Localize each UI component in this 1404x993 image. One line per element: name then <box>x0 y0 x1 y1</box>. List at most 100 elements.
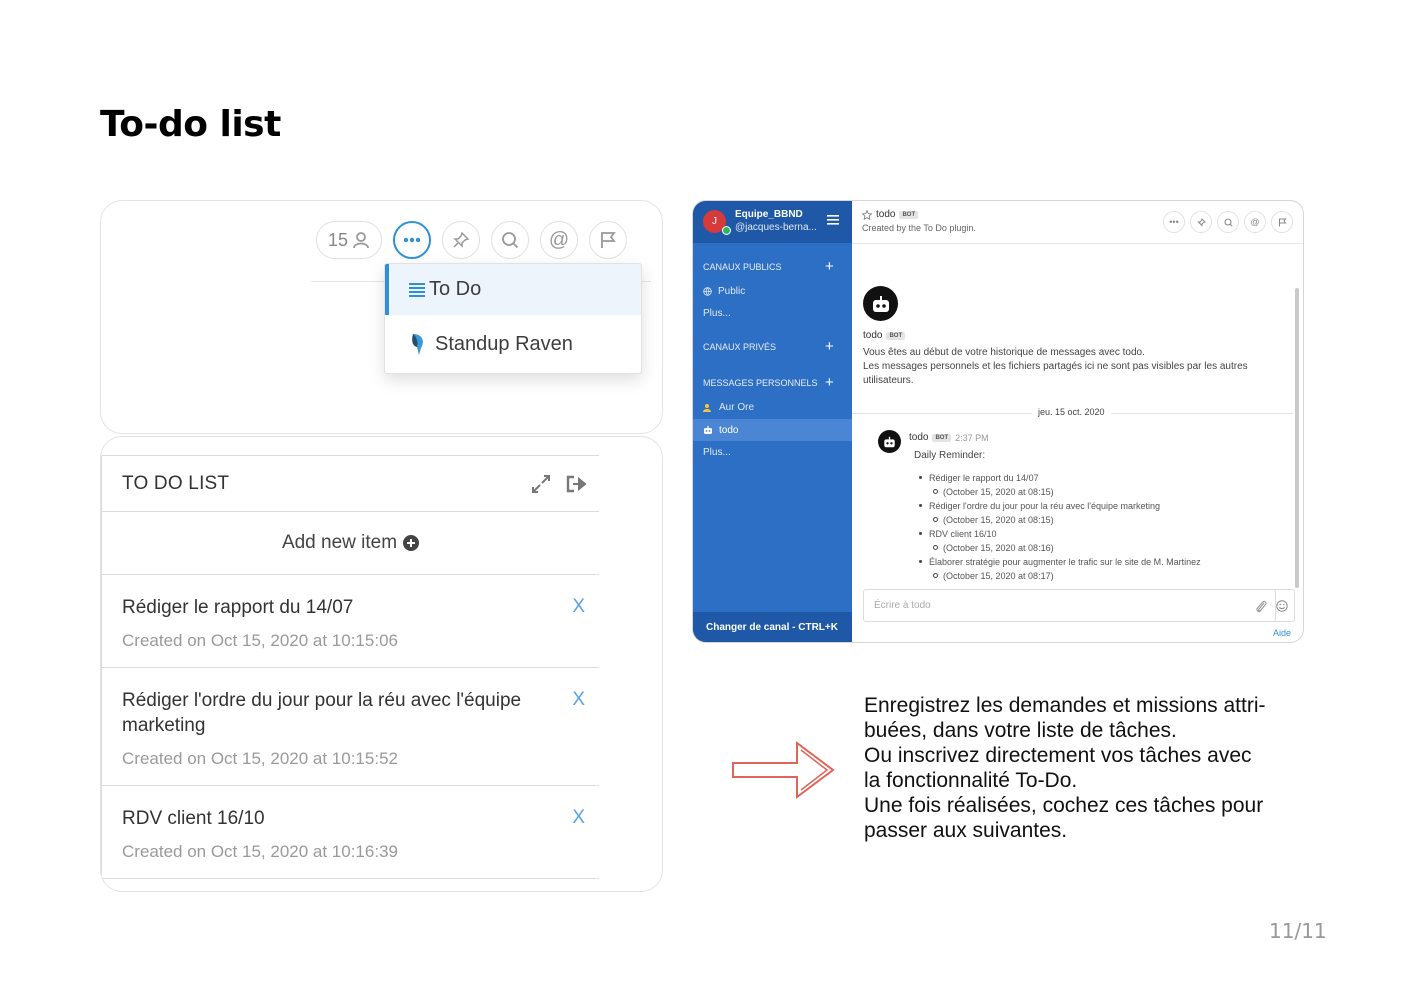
reminder-task: Rédiger l'ordre du jour pour la réu avec… <box>914 499 1303 513</box>
member-count: 15 <box>327 229 349 250</box>
todo-item-title: Rédiger l'ordre du jour pour la réu avec… <box>122 690 522 736</box>
sidebar-item-public[interactable]: Public <box>703 286 745 297</box>
team-name: Equipe_BBND <box>735 209 803 220</box>
emoji-button[interactable] <box>1269 589 1295 622</box>
flag-icon <box>601 232 616 248</box>
todo-item-created: Created on Oct 15, 2020 at 10:15:06 <box>122 631 398 650</box>
intro-bot-name: todo <box>863 330 883 341</box>
direct-messages-header: MESSAGES PERSONNELS <box>703 378 818 388</box>
post-author[interactable]: todo <box>909 432 928 443</box>
reminder-time: (October 15, 2020 at 08:15) <box>914 513 1303 527</box>
pin-icon <box>453 231 470 248</box>
add-new-item-button[interactable]: Add new item <box>102 512 599 575</box>
reminder-list: Rédiger le rapport du 14/07 (October 15,… <box>914 471 1303 583</box>
todo-item-created: Created on Oct 15, 2020 at 10:15:52 <box>122 749 398 768</box>
search-button[interactable] <box>491 221 529 259</box>
bot-icon <box>884 436 895 447</box>
message-input[interactable]: Écrire à todo <box>863 589 1276 622</box>
channel-name: todo <box>876 209 896 220</box>
remove-item-button[interactable]: X <box>572 596 585 618</box>
reminder-time: (October 15, 2020 at 08:15) <box>914 485 1303 499</box>
bot-badge: BOT <box>886 331 906 340</box>
bot-icon <box>872 295 889 312</box>
dropdown-item-label: To Do <box>429 278 482 300</box>
description-line: buées, dans votre liste de tâches. <box>864 719 1177 742</box>
switch-channel-button[interactable]: Changer de canal - CTRL+K <box>693 612 852 642</box>
todo-item: Rédiger l'ordre du jour pour la réu avec… <box>102 668 599 786</box>
reminder-time: (October 15, 2020 at 08:17) <box>914 569 1303 583</box>
date-separator: jeu. 15 oct. 2020 <box>852 407 1293 419</box>
add-public-channel-icon[interactable]: + <box>825 258 834 275</box>
bot-badge: BOT <box>932 433 952 442</box>
description-line: passer aux suivantes. <box>864 819 1068 842</box>
sidebar-item-todo[interactable]: todo <box>693 419 852 441</box>
intro-text: Vous êtes au début de votre historique d… <box>863 347 1145 358</box>
more-actions-button[interactable] <box>393 221 431 259</box>
description-line: Ou inscrivez directement vos tâches avec <box>864 744 1252 767</box>
member-count-button[interactable]: 15 <box>316 221 382 259</box>
post-time[interactable]: 2:37 PM <box>955 433 989 443</box>
pinned-button[interactable] <box>442 221 480 259</box>
mention-icon[interactable]: @ <box>1244 211 1266 233</box>
todo-item-title: RDV client 16/10 <box>122 808 265 829</box>
todo-item-created: Created on Oct 15, 2020 at 10:16:39 <box>122 842 398 861</box>
arrow-right-icon <box>732 741 835 799</box>
attachment-icon[interactable] <box>1255 599 1267 613</box>
dropdown-item-label: Standup Raven <box>435 332 573 355</box>
hamburger-menu-icon[interactable] <box>827 215 839 225</box>
reminder-task: RDV client 16/10 <box>914 527 1303 541</box>
todo-item: Rédiger le rapport du 14/07 Created on O… <box>102 575 599 668</box>
sidebar-item-aur-ore[interactable]: Aur Ore <box>703 402 754 413</box>
add-new-item-label: Add new item <box>281 532 398 553</box>
list-icon <box>409 282 425 297</box>
message-area: todo BOT Vous êtes au début de votre his… <box>852 244 1303 642</box>
more-icon <box>403 237 421 243</box>
todo-list-header: TO DO LIST <box>102 456 599 512</box>
description-text: Enregistrez les demandes et missions att… <box>864 693 1294 843</box>
sidebar-item-label: Aur Ore <box>719 402 755 413</box>
post-avatar <box>878 430 901 453</box>
flag-icon[interactable] <box>1271 211 1293 233</box>
emoji-icon <box>1275 599 1288 612</box>
more-icon[interactable]: ••• <box>1163 211 1185 233</box>
todo-panel: TO DO LIST Add new item Rédiger le rappo… <box>100 436 663 892</box>
sidebar: J Equipe_BBND @jacques-berna... CANAUX P… <box>693 201 852 642</box>
username: @jacques-berna... <box>735 222 817 233</box>
channel-header: todo BOT Created by the To Do plugin. ••… <box>852 201 1303 244</box>
remove-item-button[interactable]: X <box>572 689 585 711</box>
channel-purpose: Created by the To Do plugin. <box>862 223 976 233</box>
sidebar-more-dm[interactable]: Plus... <box>703 447 731 458</box>
expand-icon[interactable] <box>531 474 551 494</box>
mattermost-window: J Equipe_BBND @jacques-berna... CANAUX P… <box>692 200 1304 643</box>
add-direct-message-icon[interactable]: + <box>825 374 834 391</box>
todo-item: RDV client 16/10 Created on Oct 15, 2020… <box>102 786 599 879</box>
sidebar-item-label: Public <box>718 286 746 297</box>
remove-item-button[interactable]: X <box>572 807 585 829</box>
public-channels-header: CANAUX PUBLICS <box>703 262 782 272</box>
reminder-task: Élaborer stratégie pour augmenter le tra… <box>914 555 1303 569</box>
mention-icon: @ <box>548 228 570 251</box>
description-line: Enregistrez les demandes et missions att… <box>864 694 1266 717</box>
pin-icon[interactable] <box>1190 211 1212 233</box>
mentions-button[interactable]: @ <box>540 221 578 259</box>
help-link[interactable]: Aide <box>1273 628 1291 638</box>
date-separator-label: jeu. 15 oct. 2020 <box>1032 407 1111 417</box>
globe-icon <box>703 287 712 296</box>
search-icon[interactable] <box>1217 211 1239 233</box>
intro-text: Les messages personnels et les fichiers … <box>863 361 1248 386</box>
flagged-button[interactable] <box>589 221 627 259</box>
post-text: Daily Reminder: <box>914 450 986 461</box>
plugin-dropdown: To Do Standup Raven <box>384 263 642 374</box>
plus-circle-icon <box>403 535 420 551</box>
todo-item-title: Rédiger le rapport du 14/07 <box>122 597 354 618</box>
close-panel-icon[interactable] <box>565 474 587 494</box>
add-private-channel-icon[interactable]: + <box>825 338 834 355</box>
star-icon[interactable] <box>862 209 872 220</box>
dropdown-item-standup-raven[interactable]: Standup Raven <box>385 315 641 373</box>
sidebar-more-public[interactable]: Plus... <box>703 308 731 319</box>
description-line: la fonctionnalité To-Do. <box>864 769 1078 792</box>
team-header[interactable]: J Equipe_BBND @jacques-berna... <box>693 201 852 243</box>
bot-badge: BOT <box>899 210 919 219</box>
message-input-placeholder: Écrire à todo <box>874 600 931 611</box>
dropdown-item-todo[interactable]: To Do <box>385 264 641 315</box>
